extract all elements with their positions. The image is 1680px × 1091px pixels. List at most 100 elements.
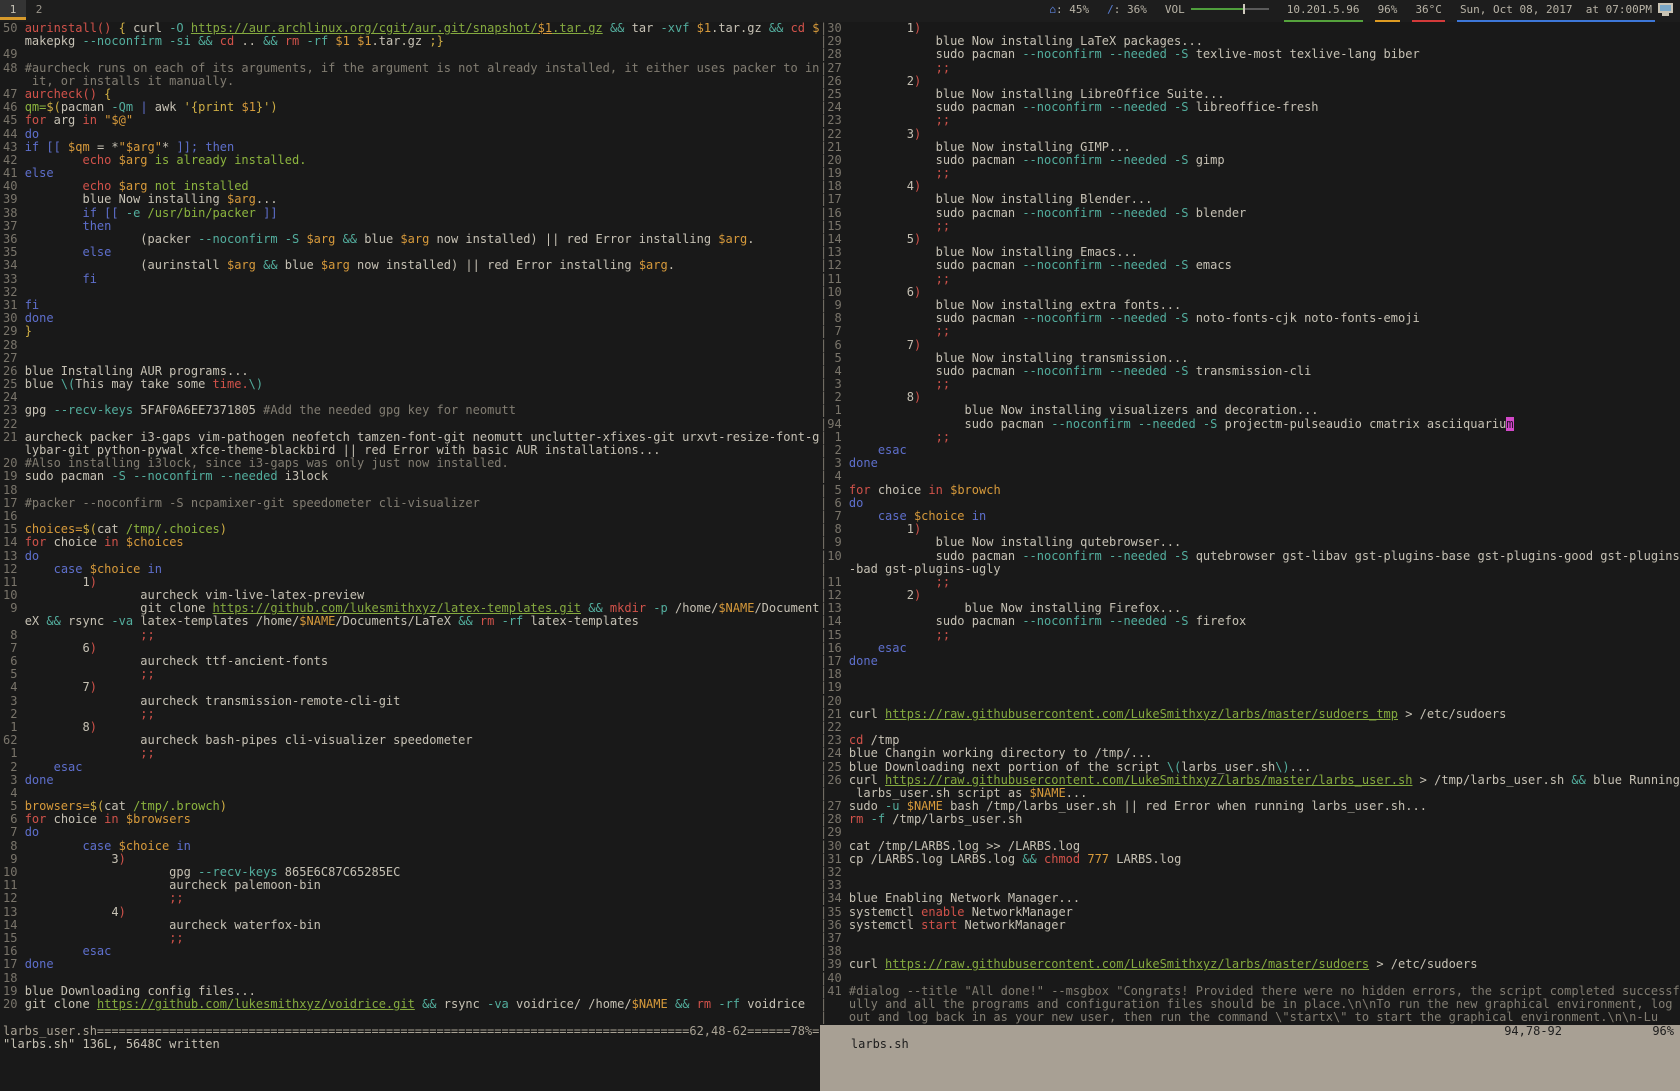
line-number: 7: [827, 324, 849, 338]
line-number: 5: [3, 799, 25, 813]
line-number: 15: [827, 219, 849, 233]
line-number: 13: [827, 601, 849, 615]
code-row: 28: [3, 339, 820, 352]
code-row: 23 gpg --recv-keys 5FAF0A6EE7371805 #Add…: [3, 404, 820, 417]
line-number: 30: [827, 22, 849, 35]
line-number: 37: [827, 931, 849, 945]
code-row: |28 rm -f /tmp/larbs_user.sh: [820, 813, 1680, 826]
line-number: 3: [827, 456, 849, 470]
line-number: 20: [827, 694, 849, 708]
line-number: 29: [3, 324, 25, 338]
battery-percent: 96%: [1378, 0, 1398, 20]
line-number: 8: [3, 628, 25, 642]
line-number: 9: [827, 298, 849, 312]
line-number: 9: [827, 535, 849, 549]
code-row: | 1 ;;: [820, 431, 1680, 444]
code-row: 38 if [[ -e /usr/bin/packer ]]: [3, 207, 820, 220]
code-row: | 7 ;;: [820, 325, 1680, 338]
code-row: 20 git clone https://github.com/lukesmit…: [3, 998, 820, 1011]
line-number: 4: [3, 680, 25, 694]
vim-pane-larbs-user-sh[interactable]: 50 aurinstall() { curl -O https://aur.ar…: [3, 22, 820, 1011]
line-number: 16: [3, 509, 25, 523]
line-number: 12: [3, 562, 25, 576]
temperature: 36°C: [1415, 0, 1442, 20]
line-number: 32: [827, 865, 849, 879]
code-row: 32: [3, 286, 820, 299]
line-number: 5: [827, 351, 849, 365]
line-number: 11: [3, 575, 25, 589]
line-number: 14: [827, 614, 849, 628]
line-number: 12: [3, 891, 25, 905]
code-row: |27 ;;: [820, 62, 1680, 75]
line-number: 2: [827, 390, 849, 404]
line-number: 4: [827, 469, 849, 483]
line-number: 2: [3, 707, 25, 721]
line-number: 10: [827, 285, 849, 299]
vim-command-line: "larbs.sh" 136L, 5648C written: [3, 1038, 220, 1051]
line-number: 17: [827, 654, 849, 668]
line-number: 49: [3, 47, 25, 61]
workspace-tag-1[interactable]: 1: [0, 0, 26, 20]
code-row: | 3 ;;: [820, 378, 1680, 391]
line-number: [827, 997, 849, 1011]
line-number: 38: [827, 944, 849, 958]
line-number: 45: [3, 113, 25, 127]
line-number: 41: [3, 166, 25, 180]
line-number: 11: [827, 575, 849, 589]
line-number: [3, 34, 25, 48]
line-number: 31: [827, 852, 849, 866]
code-row: 16 esac: [3, 945, 820, 958]
line-number: 19: [3, 469, 25, 483]
code-row: |31 cp /LARBS.log LARBS.log && chmod 777…: [820, 853, 1680, 866]
line-number: 8: [3, 839, 25, 853]
line-number: 62: [3, 733, 25, 747]
code-row: makepkg --noconfirm -si && cd .. && rm -…: [3, 35, 820, 48]
line-number: 40: [827, 971, 849, 985]
line-number: 39: [827, 957, 849, 971]
line-number: [827, 562, 849, 576]
line-number: 1: [3, 720, 25, 734]
vim-pane-larbs-sh[interactable]: |30 1)|29 blue Now installing LaTeX pack…: [820, 22, 1680, 1024]
line-number: 22: [827, 127, 849, 141]
line-number: 20: [3, 997, 25, 1011]
line-number: 10: [827, 549, 849, 563]
line-number: 18: [3, 483, 25, 497]
line-number: 15: [3, 931, 25, 945]
code-row: |22: [820, 721, 1680, 734]
line-number: 1: [3, 746, 25, 760]
line-number: 30: [827, 839, 849, 853]
line-number: 10: [3, 588, 25, 602]
line-number: 22: [3, 417, 25, 431]
vim-editor: 50 aurinstall() { curl -O https://aur.ar…: [0, 22, 1680, 1050]
root-icon: /: [1107, 3, 1114, 16]
line-number: 23: [827, 733, 849, 747]
line-number: 26: [3, 364, 25, 378]
volume-module: VOL: [1165, 0, 1269, 20]
code-row: 15 ;;: [3, 932, 820, 945]
code-row: | 2 esac: [820, 444, 1680, 457]
code-row: 31 fi: [3, 299, 820, 312]
line-number: 3: [827, 377, 849, 391]
line-number: 24: [827, 100, 849, 114]
systray-monitor-icon[interactable]: [1658, 3, 1674, 17]
line-number: 27: [827, 799, 849, 813]
line-number: 10: [3, 865, 25, 879]
code-row: |18: [820, 668, 1680, 681]
line-number: 3: [3, 694, 25, 708]
line-number: 7: [3, 825, 25, 839]
line-number: 13: [3, 549, 25, 563]
line-number: 4: [3, 786, 25, 800]
code-row: 30 done: [3, 312, 820, 325]
line-number: 7: [3, 641, 25, 655]
workspace-tag-2[interactable]: 2: [26, 0, 52, 20]
code-row: 2 ;;: [3, 708, 820, 721]
code-row: 17 #packer --noconfirm -S ncpamixer-git …: [3, 497, 820, 510]
code-row: |21 curl https://raw.githubusercontent.c…: [820, 708, 1680, 721]
line-number: 26: [827, 773, 849, 787]
code-row: 5 ;;: [3, 668, 820, 681]
code-row: it, or installs it manually.: [3, 75, 820, 88]
code-row: 8 ;;: [3, 629, 820, 642]
home-usage: ⌂: 45%: [1049, 0, 1089, 20]
code-row: 2 esac: [3, 761, 820, 774]
code-row: 29 }: [3, 325, 820, 338]
